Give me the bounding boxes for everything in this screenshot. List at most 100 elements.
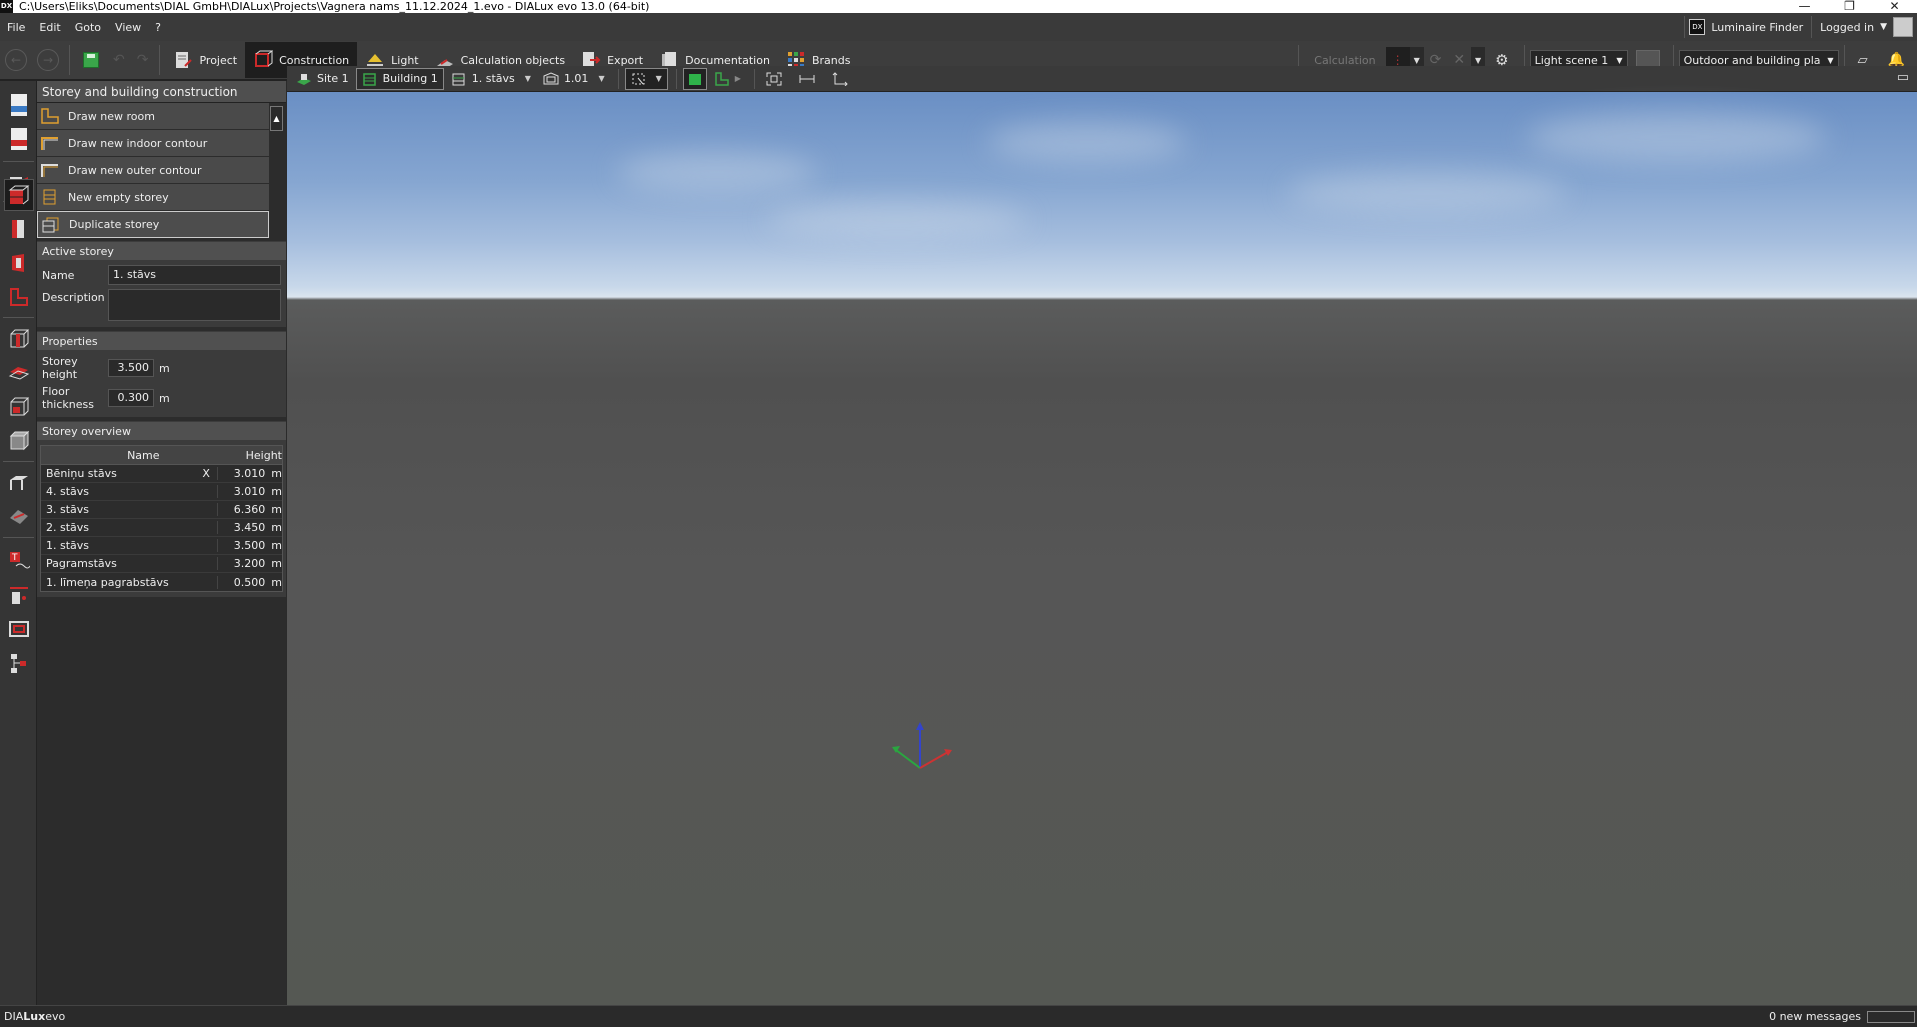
door-window-icon[interactable] bbox=[4, 247, 34, 279]
new-empty-storey-button[interactable]: New empty storey bbox=[37, 184, 269, 211]
calculation-label[interactable]: Calculation bbox=[1304, 54, 1385, 67]
account-menu[interactable]: Logged in ▼ bbox=[1811, 16, 1917, 38]
back-icon[interactable]: ← bbox=[5, 49, 27, 71]
texture-icon[interactable] bbox=[4, 501, 34, 533]
storey-name: Bēniņu stāvs bbox=[46, 467, 117, 480]
chevron-down-icon[interactable]: ▼ bbox=[656, 74, 662, 83]
storey-height[interactable]: 3.200 bbox=[216, 557, 272, 570]
green-cube-icon bbox=[687, 72, 703, 86]
building-selector[interactable]: Building 1 bbox=[355, 67, 444, 90]
chevron-down-icon: ▼ bbox=[1880, 22, 1887, 32]
site-selector[interactable]: Site 1 bbox=[291, 68, 354, 90]
new-empty-storey-label: New empty storey bbox=[68, 190, 169, 204]
3d-viewport[interactable] bbox=[287, 92, 1917, 1005]
storey-name-label: Name bbox=[42, 268, 75, 282]
storey-overview-header: Storey overview bbox=[37, 421, 286, 440]
cube-red-icon[interactable] bbox=[4, 323, 34, 355]
roof-icon[interactable] bbox=[4, 281, 34, 313]
floor-thickness-field[interactable]: 0.300 bbox=[108, 389, 154, 407]
dimension-button[interactable] bbox=[794, 68, 825, 90]
table-row[interactable]: Bēniņu stāvs X 3.010 m bbox=[41, 465, 282, 483]
menu-goto[interactable]: Goto bbox=[68, 21, 108, 34]
draw-outer-contour-button[interactable]: Draw new outer contour bbox=[37, 157, 269, 184]
messages-progress bbox=[1867, 1010, 1915, 1023]
undo-icon[interactable]: ↶ bbox=[113, 52, 125, 68]
column-height[interactable]: Height bbox=[246, 449, 282, 462]
cloud bbox=[987, 122, 1187, 162]
cloud bbox=[767, 202, 1027, 238]
axis-button[interactable] bbox=[827, 68, 858, 90]
dwg-import-icon[interactable] bbox=[4, 89, 34, 121]
scroll-up-icon[interactable]: ▲ bbox=[270, 106, 283, 131]
storey-height[interactable]: 3.450 bbox=[216, 521, 272, 534]
outer-contour-icon bbox=[41, 162, 59, 178]
fit-view-button[interactable] bbox=[761, 68, 792, 90]
storey-name: Pagramstāvs bbox=[46, 557, 117, 570]
storey-height[interactable]: 0.500 bbox=[216, 575, 272, 589]
table-row[interactable]: 1. līmeņa pagrabstāvs 0.500 m bbox=[41, 573, 282, 591]
storey-height[interactable]: 3.500 bbox=[216, 539, 272, 552]
room-element-icon[interactable] bbox=[4, 391, 34, 423]
ifc-import-icon[interactable] bbox=[4, 123, 34, 155]
construction-icon bbox=[253, 50, 274, 70]
menu-view[interactable]: View bbox=[108, 21, 148, 34]
table-row[interactable]: 4. stāvs 3.010 m bbox=[41, 483, 282, 501]
storey-height[interactable]: 3.010 bbox=[216, 485, 272, 498]
monitor-icon[interactable]: ▭ bbox=[1897, 70, 1909, 85]
storey-name-field[interactable]: 1. stāvs bbox=[108, 265, 281, 285]
furniture-box-icon[interactable] bbox=[4, 425, 34, 457]
chevron-down-icon[interactable]: ▼ bbox=[598, 74, 604, 83]
table-row[interactable]: Pagramstāvs 3.200 m bbox=[41, 555, 282, 573]
restore-icon[interactable]: ❐ bbox=[1827, 0, 1872, 13]
chevron-down-icon[interactable]: ▼ bbox=[525, 74, 531, 83]
storey-name: 2. stāvs bbox=[46, 521, 90, 534]
chevron-down-icon: ▼ bbox=[1616, 55, 1623, 65]
cloud bbox=[617, 152, 817, 192]
storey-selector[interactable]: 1. stāvs ▼ bbox=[446, 68, 536, 90]
chevron-right-icon[interactable]: ▶ bbox=[735, 74, 741, 83]
draw-new-room-button[interactable]: Draw new room bbox=[37, 103, 269, 130]
redo-icon[interactable]: ↷ bbox=[137, 52, 149, 68]
luminaire-finder-label: Luminaire Finder bbox=[1711, 20, 1804, 34]
menu-file[interactable]: File bbox=[0, 21, 32, 34]
table-row[interactable]: 1. stāvs 3.500 m bbox=[41, 537, 282, 555]
storey-name: 1. līmeņa pagrabstāvs bbox=[46, 575, 169, 589]
project-icon bbox=[173, 50, 193, 70]
floor-plan-button[interactable]: ▶ bbox=[709, 68, 746, 90]
room-selector[interactable]: 1.01 ▼ bbox=[538, 68, 610, 90]
wall-icon[interactable] bbox=[4, 213, 34, 245]
menu-edit[interactable]: Edit bbox=[32, 21, 67, 34]
measure-icon[interactable] bbox=[4, 579, 34, 611]
minimize-icon[interactable]: — bbox=[1782, 0, 1827, 13]
menu-help[interactable]: ? bbox=[148, 21, 168, 34]
table-row[interactable]: 3. stāvs 6.360 m bbox=[41, 501, 282, 519]
duplicate-storey-button[interactable]: Duplicate storey bbox=[37, 211, 269, 238]
luminaire-finder-button[interactable]: DX Luminaire Finder bbox=[1684, 16, 1811, 38]
delete-storey-icon[interactable]: X bbox=[201, 467, 212, 480]
frame-icon[interactable] bbox=[4, 613, 34, 645]
forward-icon[interactable]: → bbox=[37, 49, 59, 71]
draw-indoor-contour-button[interactable]: Draw new indoor contour bbox=[37, 130, 269, 157]
table-row[interactable]: 2. stāvs 3.450 m bbox=[41, 519, 282, 537]
draw-indoor-contour-label: Draw new indoor contour bbox=[68, 136, 208, 150]
hierarchy-icon[interactable] bbox=[4, 647, 34, 679]
column-name[interactable]: Name bbox=[41, 449, 246, 462]
selection-mode-button[interactable]: ▼ bbox=[624, 67, 668, 90]
solid-view-button[interactable] bbox=[682, 67, 707, 90]
storey-height[interactable]: 6.360 bbox=[216, 503, 272, 516]
storey-construction-icon[interactable] bbox=[4, 179, 34, 211]
avatar[interactable] bbox=[1893, 17, 1913, 37]
close-icon[interactable]: ✕ bbox=[1872, 0, 1917, 13]
save-icon[interactable] bbox=[83, 52, 99, 68]
ceiling-icon[interactable] bbox=[4, 357, 34, 389]
messages-status[interactable]: 0 new messages bbox=[1769, 1010, 1867, 1023]
storey-height[interactable]: 3.010 bbox=[216, 467, 272, 480]
tab-calculation-objects-label: Calculation objects bbox=[460, 53, 566, 67]
draw-room-icon bbox=[41, 108, 59, 124]
floor-thickness-unit: m bbox=[159, 391, 170, 405]
table-object-icon[interactable] bbox=[4, 467, 34, 499]
text-label-icon[interactable]: T bbox=[4, 545, 34, 577]
storey-height-field[interactable]: 3.500 bbox=[108, 359, 154, 377]
tab-project[interactable]: Project bbox=[165, 42, 245, 78]
description-field[interactable] bbox=[108, 289, 281, 321]
